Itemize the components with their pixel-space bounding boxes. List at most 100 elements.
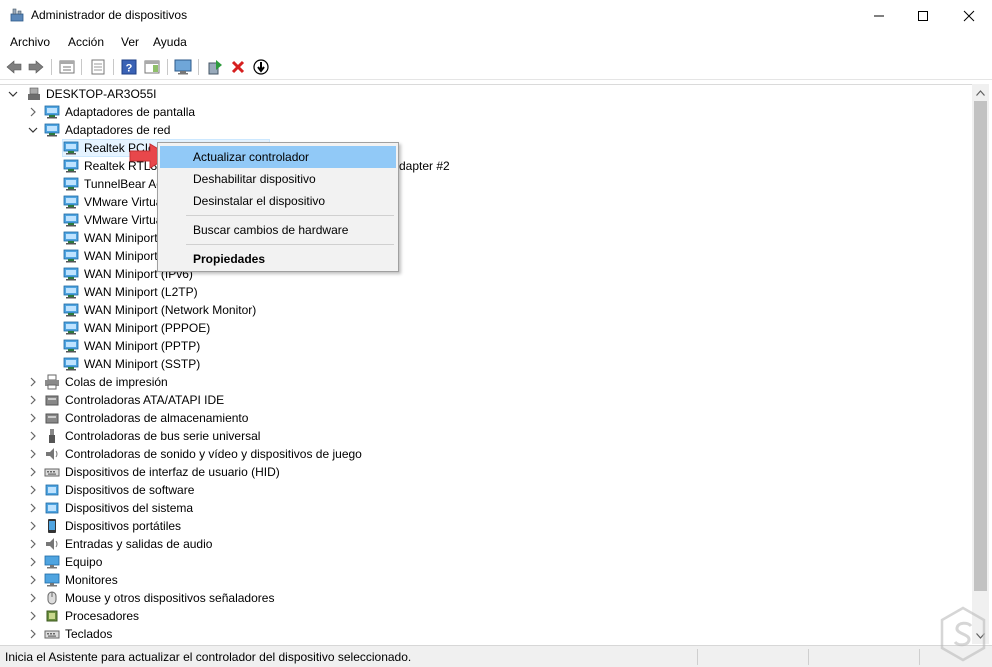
close-icon bbox=[963, 10, 975, 21]
vertical-scrollbar[interactable] bbox=[972, 84, 989, 644]
chevron-right-icon[interactable] bbox=[28, 431, 38, 441]
status-separator bbox=[697, 649, 698, 665]
tree-item-label: Dispositivos del sistema bbox=[65, 501, 194, 515]
network-card-icon bbox=[63, 285, 79, 299]
system-device-icon bbox=[45, 502, 59, 514]
tree-item-label: WAN Miniport (PPTP) bbox=[84, 339, 201, 353]
action-view-icon bbox=[144, 60, 160, 74]
menu-accion[interactable]: Acción bbox=[68, 35, 104, 49]
network-card-icon bbox=[63, 195, 79, 209]
download-button[interactable] bbox=[252, 58, 270, 76]
maximize-button[interactable] bbox=[900, 0, 946, 31]
ctx-update-driver[interactable]: Actualizar controlador bbox=[160, 146, 396, 168]
ctx-update-driver-label: Actualizar controlador bbox=[193, 150, 310, 164]
monitor-scan-icon bbox=[174, 59, 192, 75]
usb-icon bbox=[49, 429, 55, 443]
tree-item-label: WAN Miniport (PPPOE) bbox=[84, 321, 211, 335]
tree-item-label: VMware Virtua bbox=[84, 213, 163, 227]
network-card-icon bbox=[63, 339, 79, 353]
tree-item-label: Entradas y salidas de audio bbox=[65, 537, 213, 551]
tree-item-label: WAN Miniport bbox=[84, 231, 158, 245]
chevron-right-icon[interactable] bbox=[28, 575, 38, 585]
chevron-right-icon[interactable] bbox=[28, 503, 38, 513]
processor-icon bbox=[46, 610, 58, 622]
chevron-down-icon[interactable] bbox=[8, 89, 18, 99]
properties-view-icon bbox=[59, 60, 75, 74]
scroll-up-button[interactable] bbox=[972, 84, 989, 101]
chevron-right-icon[interactable] bbox=[28, 521, 38, 531]
scrollbar-thumb[interactable] bbox=[974, 101, 987, 591]
uninstall-button[interactable] bbox=[229, 58, 247, 76]
toolbar-separator bbox=[167, 59, 168, 75]
ctx-uninstall-device[interactable]: Desinstalar el dispositivo bbox=[160, 190, 396, 212]
menu-archivo[interactable]: Archivo bbox=[10, 35, 50, 49]
title-bar: Administrador de dispositivos bbox=[0, 0, 992, 31]
action-view-button[interactable] bbox=[143, 58, 161, 76]
list-view-button[interactable] bbox=[89, 58, 107, 76]
sound-icon bbox=[46, 448, 58, 460]
menu-ver[interactable]: Ver bbox=[121, 35, 139, 49]
forward-icon bbox=[28, 60, 44, 74]
chevron-right-icon[interactable] bbox=[28, 611, 38, 621]
monitor-icon bbox=[44, 573, 60, 587]
chevron-right-icon[interactable] bbox=[28, 413, 38, 423]
back-button[interactable] bbox=[5, 58, 23, 76]
tree-item-label: WAN Miniport (Network Monitor) bbox=[84, 303, 257, 317]
speaker-icon bbox=[46, 538, 58, 550]
watermark-logo bbox=[940, 606, 986, 662]
portable-device-icon bbox=[48, 519, 56, 533]
ctx-properties[interactable]: Propiedades bbox=[160, 248, 396, 270]
toolbar-separator bbox=[198, 59, 199, 75]
tree-item-label: TunnelBear Ac bbox=[84, 177, 163, 191]
tree-root-label: DESKTOP-AR3O55I bbox=[46, 87, 157, 101]
chevron-right-icon[interactable] bbox=[28, 107, 38, 117]
chevron-right-icon[interactable] bbox=[28, 593, 38, 603]
chevron-down-icon[interactable] bbox=[28, 125, 38, 135]
list-view-icon bbox=[91, 59, 105, 75]
network-card-icon bbox=[63, 141, 79, 155]
chevron-right-icon[interactable] bbox=[28, 467, 38, 477]
update-driver-icon bbox=[208, 60, 222, 75]
close-button[interactable] bbox=[946, 0, 992, 31]
tree-item-label: VMware Virtua bbox=[84, 195, 163, 209]
tree-item-label: Procesadores bbox=[65, 609, 140, 623]
chevron-right-icon[interactable] bbox=[28, 395, 38, 405]
chevron-right-icon[interactable] bbox=[28, 629, 38, 639]
tree-item-label: Dispositivos portátiles bbox=[65, 519, 182, 533]
svg-text:?: ? bbox=[126, 63, 133, 75]
display-adapter-icon bbox=[44, 105, 60, 119]
tree-item-label: WAN Miniport bbox=[84, 249, 158, 263]
properties-view-button[interactable] bbox=[58, 58, 76, 76]
ctx-separator bbox=[186, 244, 394, 245]
chevron-right-icon[interactable] bbox=[28, 377, 38, 387]
computer-tree-icon bbox=[28, 87, 40, 100]
ctx-uninstall-device-label: Desinstalar el dispositivo bbox=[193, 194, 326, 208]
tree-item-label: Controladoras ATA/ATAPI IDE bbox=[65, 393, 225, 407]
tree-item-label: Controladoras de almacenamiento bbox=[65, 411, 249, 425]
chevron-right-icon[interactable] bbox=[28, 557, 38, 567]
tree-item-label: WAN Miniport (L2TP) bbox=[84, 285, 198, 299]
hid-icon bbox=[44, 468, 60, 477]
menu-ayuda[interactable]: Ayuda bbox=[153, 35, 187, 49]
tree-item-label: Controladoras de bus serie universal bbox=[65, 429, 261, 443]
help-button[interactable]: ? bbox=[120, 58, 138, 76]
tree-item-label: Mouse y otros dispositivos señaladores bbox=[65, 591, 275, 605]
update-driver-button[interactable] bbox=[206, 58, 224, 76]
chevron-right-icon[interactable] bbox=[28, 539, 38, 549]
minimize-button[interactable] bbox=[856, 0, 902, 31]
keyboard-icon bbox=[44, 630, 60, 639]
toolbar-separator bbox=[51, 59, 52, 75]
scan-hardware-button[interactable] bbox=[174, 58, 192, 76]
ctx-disable-device[interactable]: Deshabilitar dispositivo bbox=[160, 168, 396, 190]
chevron-right-icon[interactable] bbox=[28, 449, 38, 459]
network-card-icon bbox=[63, 231, 79, 245]
network-card-icon bbox=[63, 321, 79, 335]
ctx-scan-hardware[interactable]: Buscar cambios de hardware bbox=[160, 219, 396, 241]
network-card-icon bbox=[63, 303, 79, 317]
chevron-right-icon[interactable] bbox=[28, 485, 38, 495]
tree-item-label: Dispositivos de software bbox=[65, 483, 195, 497]
toolbar-separator bbox=[81, 59, 82, 75]
help-icon: ? bbox=[121, 59, 137, 75]
tree-item-label: Adaptadores de pantalla bbox=[65, 105, 196, 119]
forward-button[interactable] bbox=[27, 58, 45, 76]
